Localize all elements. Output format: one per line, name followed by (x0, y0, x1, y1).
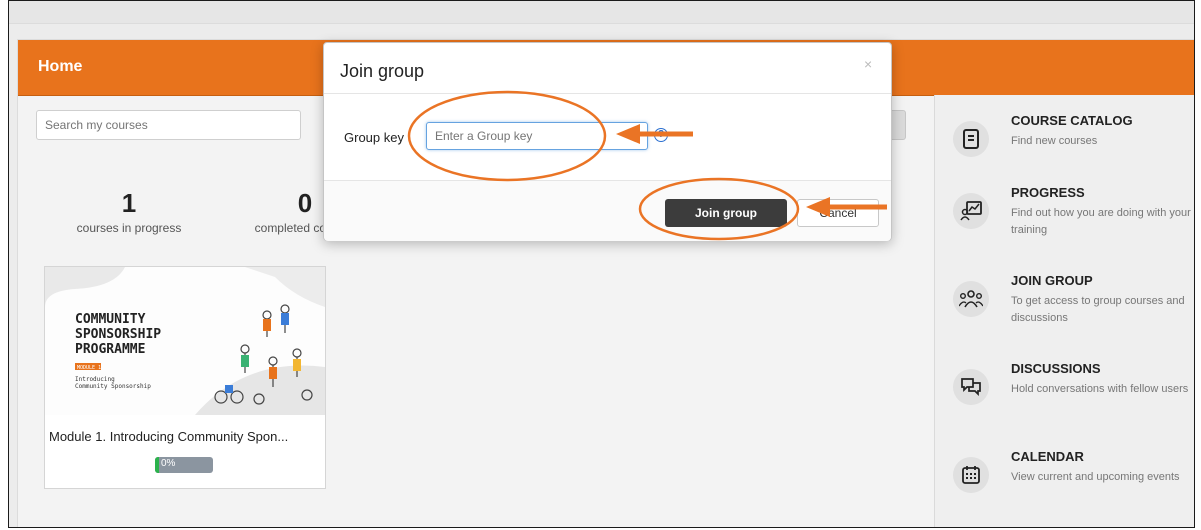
annotation-arrow-join (806, 197, 887, 217)
annotation-circle-input (407, 90, 607, 182)
annotation-circle-join (638, 177, 800, 241)
annotation-overlay (407, 90, 887, 241)
annotation-arrow-input (616, 124, 693, 144)
